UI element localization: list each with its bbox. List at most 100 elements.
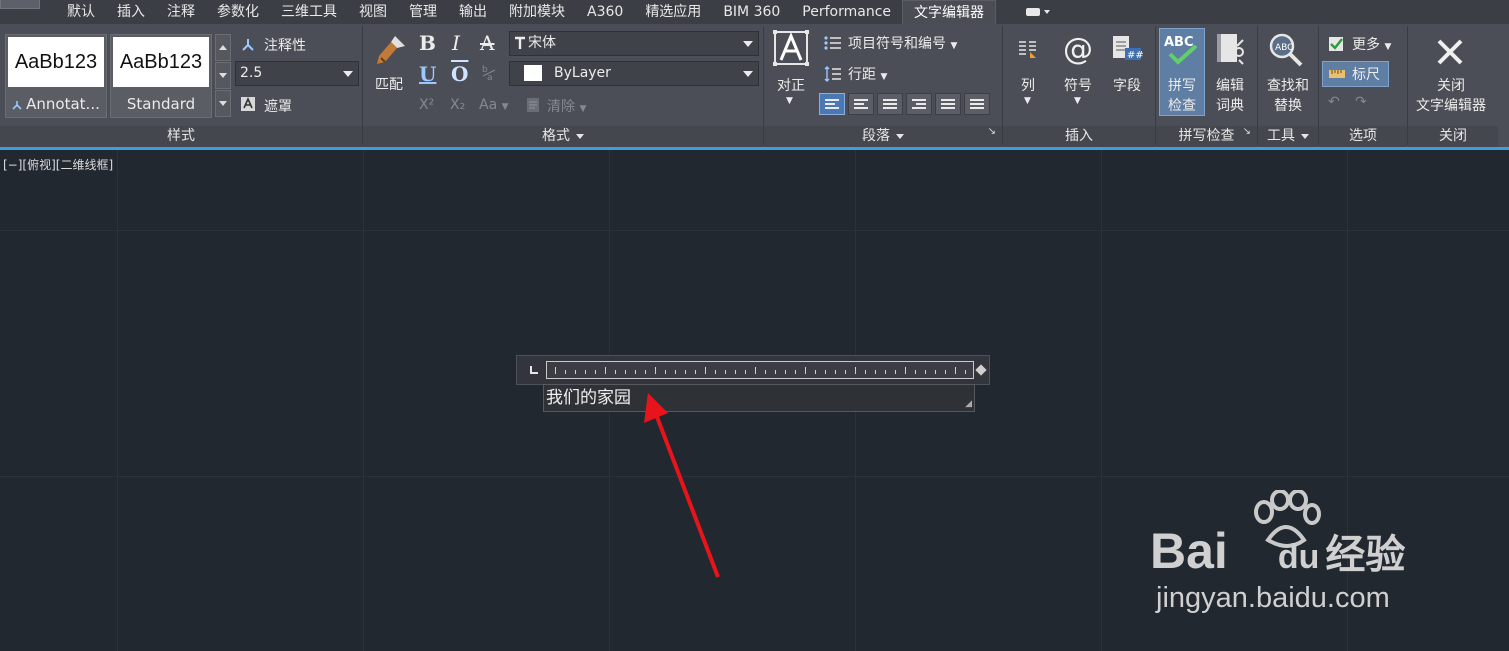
ribbon-minimize-button[interactable]: [1018, 0, 1058, 24]
panel-title-insert: 插入: [1003, 126, 1155, 147]
tab-parametric[interactable]: 参数化: [206, 0, 270, 24]
undo-icon[interactable]: ↶: [1328, 94, 1340, 110]
superscript-button[interactable]: X²: [419, 97, 434, 113]
strikethrough-button[interactable]: A: [480, 31, 494, 55]
bold-button[interactable]: B: [419, 31, 436, 55]
tab-performance[interactable]: Performance: [791, 0, 902, 24]
baidu-jingyan-watermark: Bai du 经验 jingyan.baidu.com: [1150, 490, 1440, 620]
gallery-expand-button[interactable]: [215, 90, 231, 117]
watermark-brand: Bai du 经验: [1150, 522, 1405, 580]
align-center-button[interactable]: [877, 93, 903, 115]
chevron-up-icon: [219, 45, 227, 50]
truetype-font-icon: [515, 36, 525, 49]
chevron-down-icon: ▼: [501, 102, 509, 112]
underline-button[interactable]: U: [419, 62, 436, 86]
ruler-tick: [725, 370, 726, 374]
field-button[interactable]: 字段: [1109, 76, 1145, 96]
tab-3d-tools[interactable]: 三维工具: [270, 0, 348, 24]
annotation-arrow: [644, 393, 720, 578]
ruler-tick: [895, 370, 896, 374]
subscript-button[interactable]: X₂: [450, 97, 465, 113]
mtext-content[interactable]: 我们的家园: [546, 386, 631, 410]
font-combo[interactable]: 宋体: [509, 31, 759, 56]
edit-dictionary-label-2[interactable]: 词典: [1212, 96, 1248, 116]
tab-bim360[interactable]: BIM 360: [712, 0, 791, 24]
resize-grip-icon[interactable]: ◢: [965, 400, 972, 409]
tab-text-editor[interactable]: 文字编辑器: [902, 0, 997, 24]
spell-check-label-2: 检查: [1168, 98, 1196, 114]
ruler-tick: [635, 370, 636, 374]
justify-align-button[interactable]: [935, 93, 961, 115]
tab-view[interactable]: 视图: [348, 0, 398, 24]
more-options-icon: [1329, 37, 1343, 51]
columns-button[interactable]: 列: [1013, 76, 1043, 96]
ruler-tick: [775, 370, 776, 374]
panel-format: 匹配 B I A U O ba X² X₂ Aa ▼ 宋体 ByLayer 清除…: [363, 24, 763, 147]
align-left-button[interactable]: [848, 93, 874, 115]
tab-output[interactable]: 输出: [448, 0, 498, 24]
svg-text:a: a: [487, 73, 493, 82]
find-replace-label-1[interactable]: 查找和: [1260, 76, 1316, 96]
find-replace-label-2[interactable]: 替换: [1260, 96, 1316, 116]
ruler-tick: [905, 367, 906, 374]
overline-button[interactable]: O: [451, 62, 468, 86]
panel-title-text: 工具: [1267, 128, 1295, 144]
gallery-down-button[interactable]: [215, 62, 231, 89]
panel-title-paragraph[interactable]: 段落 ↘: [764, 126, 1002, 147]
more-button[interactable]: 更多 ▼: [1352, 34, 1391, 54]
tab-featured-apps[interactable]: 精选应用: [634, 0, 712, 24]
panel-title-format[interactable]: 格式: [363, 126, 763, 147]
tab-type-icon[interactable]: [529, 365, 539, 375]
redo-icon[interactable]: ↷: [1355, 94, 1367, 110]
color-value: ByLayer: [554, 65, 611, 81]
tab-annotate[interactable]: 注释: [156, 0, 206, 24]
close-editor-label-2[interactable]: 文字编辑器: [1408, 96, 1494, 116]
tab-addins[interactable]: 附加模块: [498, 0, 576, 24]
dialog-launcher-icon[interactable]: ↘: [1243, 121, 1251, 142]
match-button[interactable]: 匹配: [369, 75, 409, 95]
tab-a360[interactable]: A360: [576, 0, 634, 24]
svg-text:ABC: ABC: [1164, 35, 1194, 50]
change-case-button[interactable]: Aa ▼: [479, 97, 509, 113]
ruler-tick: [785, 370, 786, 374]
justify-button[interactable]: 对正: [770, 76, 812, 96]
ruler-tick: [915, 370, 916, 374]
justification-icon: [773, 30, 809, 66]
align-default-button[interactable]: [819, 93, 845, 115]
annotative-toggle[interactable]: 注释性: [264, 35, 306, 55]
mtext-ruler-bar[interactable]: [516, 355, 990, 385]
line-spacing-button[interactable]: 行距 ▼: [848, 64, 887, 84]
panel-title-tools[interactable]: 工具: [1258, 126, 1318, 147]
italic-button[interactable]: I: [452, 31, 460, 55]
panel-title-close: 关闭: [1408, 126, 1498, 147]
distribute-button[interactable]: [964, 93, 990, 115]
mtext-editor[interactable]: 我们的家园 ◢: [543, 384, 975, 412]
text-height-combo[interactable]: 2.5: [235, 61, 359, 86]
grid-line: [363, 150, 364, 651]
color-combo[interactable]: ByLayer: [509, 61, 759, 86]
close-editor-label-1[interactable]: 关闭: [1408, 76, 1494, 96]
text-style-annotative[interactable]: AaBb123 Annotat...: [5, 34, 107, 118]
align-right-button[interactable]: [906, 93, 932, 115]
dialog-launcher-icon[interactable]: ↘: [988, 121, 996, 142]
tab-insert[interactable]: 插入: [106, 0, 156, 24]
text-style-standard[interactable]: AaBb123 Standard: [110, 34, 212, 118]
columns-icon: [1019, 41, 1036, 58]
panel-options: 更多 ▼ 标尺 ↶ ↷ 选项: [1319, 24, 1407, 147]
text-height-value: 2.5: [240, 65, 263, 81]
tab-manage[interactable]: 管理: [398, 0, 448, 24]
mask-button[interactable]: 遮罩: [264, 96, 292, 116]
symbol-button[interactable]: 符号: [1060, 76, 1096, 96]
clear-button[interactable]: 清除 ▼: [547, 96, 586, 116]
mtext-ruler[interactable]: [546, 361, 974, 379]
tab-default[interactable]: 默认: [56, 0, 106, 24]
chevron-down-icon: [743, 41, 753, 47]
chevron-down-icon: ▼: [1384, 42, 1392, 52]
application-menu-button[interactable]: [0, 0, 40, 9]
ruler-width-handle[interactable]: [975, 364, 987, 376]
bullets-numbering-button[interactable]: 项目符号和编号 ▼: [848, 33, 957, 53]
edit-dictionary-label-1[interactable]: 编辑: [1212, 76, 1248, 96]
viewport-controls[interactable]: [−][俯视][二维线框]: [3, 156, 113, 173]
gallery-up-button[interactable]: [215, 34, 231, 61]
chevron-down-icon: ▼: [950, 41, 958, 51]
